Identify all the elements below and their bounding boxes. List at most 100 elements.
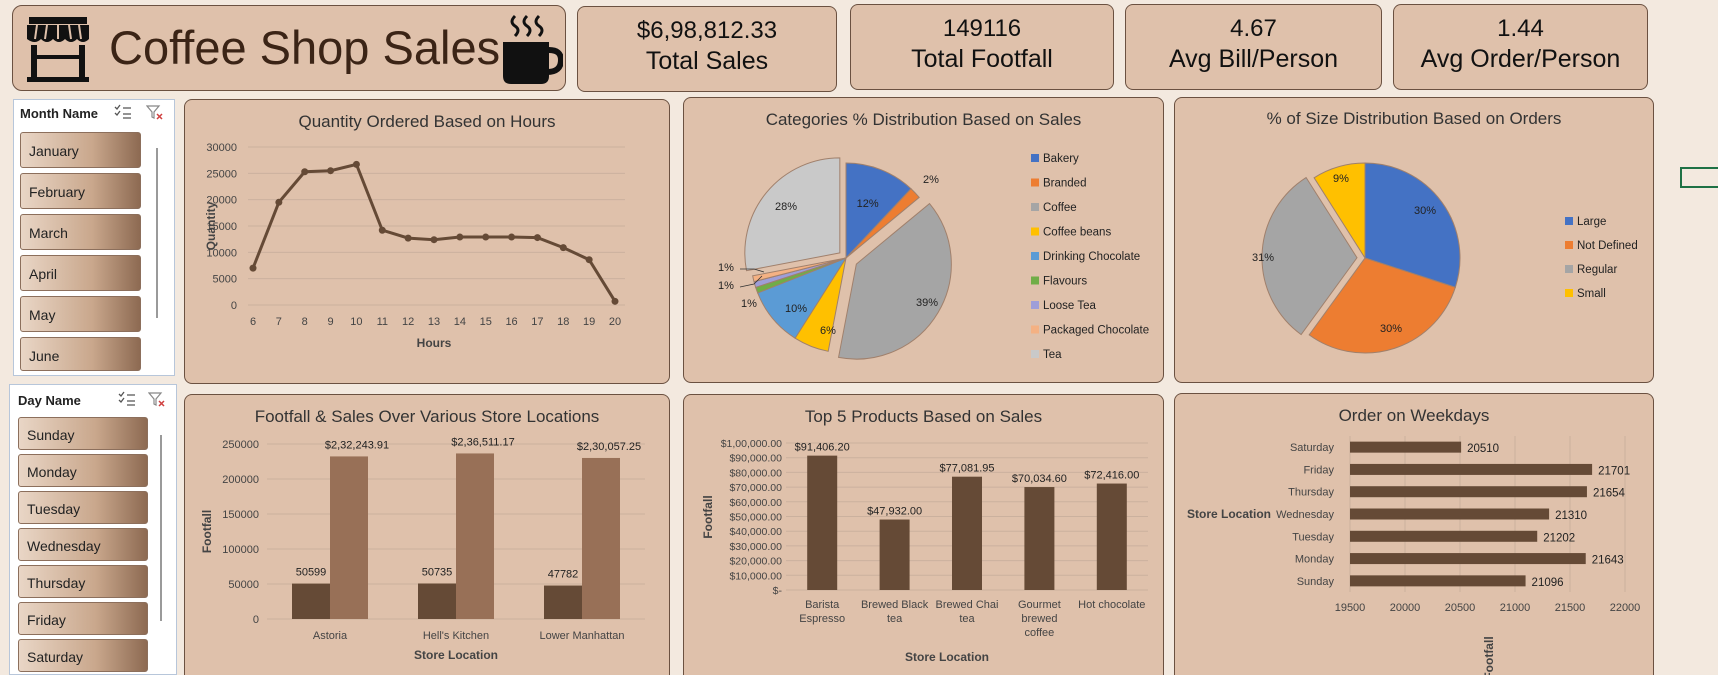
slicer-item-wednesday[interactable]: Wednesday <box>18 528 148 561</box>
data-point <box>301 168 309 176</box>
bar <box>1350 575 1526 587</box>
y-tick-label: Wednesday <box>1276 509 1334 521</box>
bar <box>879 519 910 590</box>
x-tick-label: 15 <box>480 316 492 328</box>
slicer-item-thursday[interactable]: Thursday <box>18 565 148 598</box>
y-tick-label: $40,000.00 <box>729 526 782 538</box>
x-tick-label: Gourmet <box>1018 599 1061 611</box>
y-axis-label: Footfall <box>200 510 214 553</box>
y-tick-label: $- <box>773 585 783 597</box>
data-point <box>249 264 257 272</box>
kpi-avg-order: 1.44 Avg Order/Person <box>1393 4 1648 90</box>
bar <box>1096 483 1127 590</box>
slicer-item-tuesday[interactable]: Tuesday <box>18 491 148 524</box>
locations-chart-panel[interactable]: Footfall & Sales Over Various Store Loca… <box>184 394 670 675</box>
x-tick-label: tea <box>887 613 903 625</box>
x-tick-label: 17 <box>531 316 543 328</box>
slicer-item-january[interactable]: January <box>20 132 141 168</box>
legend-label: Loose Tea <box>1043 300 1096 312</box>
slicer-item-sunday[interactable]: Sunday <box>18 417 148 450</box>
slicer-item-april[interactable]: April <box>20 255 141 291</box>
kpi-value: 1.44 <box>1497 15 1544 42</box>
x-tick-label: 12 <box>402 316 414 328</box>
y-tick-label: $50,000.00 <box>729 512 782 524</box>
slicer-item-may[interactable]: May <box>20 296 141 332</box>
legend-label: Flavours <box>1043 276 1087 288</box>
month-slicer[interactable]: Month Name January February March April … <box>13 99 175 376</box>
legend-swatch <box>1565 265 1573 273</box>
bar <box>1350 553 1586 565</box>
bar <box>952 476 982 590</box>
kpi-avg-bill: 4.67 Avg Bill/Person <box>1125 4 1382 90</box>
multi-select-icon[interactable] <box>118 391 136 407</box>
data-point <box>275 198 283 206</box>
x-tick-label: tea <box>959 613 975 625</box>
y-tick-label: 0 <box>231 300 237 312</box>
data-label: 6% <box>820 325 836 337</box>
y-tick-label: Thursday <box>1288 487 1334 499</box>
y-axis-label: Store Location <box>1187 507 1271 521</box>
slicer-item-march[interactable]: March <box>20 214 141 250</box>
data-label: 50599 <box>296 567 327 579</box>
bar <box>456 453 494 619</box>
y-tick-label: 250000 <box>222 439 259 451</box>
y-axis-label: Footfall <box>701 495 715 538</box>
x-axis-label: Hours <box>417 336 452 350</box>
data-label: $2,30,057.25 <box>577 441 641 453</box>
bar <box>1350 463 1593 475</box>
kpi-label: Avg Order/Person <box>1420 45 1621 73</box>
y-axis-label: Quantity <box>204 201 218 250</box>
weekdays-bar-chart: 19500 20000 20500 21000 21500 22000 Saturday 20… <box>1187 436 1640 675</box>
data-label: $91,406.20 <box>795 442 850 454</box>
multi-select-icon[interactable] <box>114 104 132 120</box>
x-tick-label: 8 <box>302 316 308 328</box>
slicer-item-friday[interactable]: Friday <box>18 602 148 635</box>
page-title: Coffee Shop Sales <box>109 21 501 74</box>
y-tick-label: Saturday <box>1290 442 1335 454</box>
x-tick-label: Brewed Chai <box>936 599 999 611</box>
data-point <box>611 297 619 305</box>
x-tick-label: 18 <box>557 316 569 328</box>
x-tick-label: 7 <box>276 316 282 328</box>
slicer-item-monday[interactable]: Monday <box>18 454 148 487</box>
hours-chart-panel[interactable]: Quantity Ordered Based on Hours 0 5000 100… <box>184 99 670 384</box>
clear-filter-icon[interactable] <box>148 391 166 407</box>
slicer-item-saturday[interactable]: Saturday <box>18 639 148 672</box>
x-tick-label: 21500 <box>1555 602 1586 614</box>
y-tick-label: 0 <box>253 614 259 626</box>
data-point <box>559 244 567 252</box>
products-chart-panel[interactable]: Top 5 Products Based on Sales $- $10,000.… <box>683 394 1164 675</box>
x-tick-label: 20000 <box>1390 602 1421 614</box>
data-label: 39% <box>916 297 938 309</box>
data-label: 30% <box>1380 323 1402 335</box>
x-tick-label: 13 <box>428 316 440 328</box>
slicer-scrollbar[interactable] <box>156 148 158 318</box>
data-label: 21654 <box>1593 488 1626 500</box>
slicer-scrollbar[interactable] <box>160 435 162 621</box>
bar <box>582 457 620 619</box>
x-tick-label: 21000 <box>1500 602 1531 614</box>
sizes-chart-panel[interactable]: % of Size Distribution Based on Orders 3… <box>1174 97 1654 383</box>
legend-label: Large <box>1577 216 1606 228</box>
clear-filter-icon[interactable] <box>146 104 164 120</box>
kpi-value: 4.67 <box>1230 15 1277 42</box>
legend-swatch <box>1031 154 1039 162</box>
legend-label: Coffee beans <box>1043 227 1111 239</box>
legend-swatch <box>1031 203 1039 211</box>
data-point <box>352 160 360 168</box>
legend-label: Packaged Chocolate <box>1043 325 1149 337</box>
y-tick-label: 25000 <box>206 168 237 180</box>
bar <box>1350 486 1587 498</box>
categories-chart-panel[interactable]: Categories % Distribution Based on Sales… <box>683 97 1164 383</box>
x-tick-label: Hell's Kitchen <box>423 630 489 642</box>
selected-cell[interactable] <box>1680 167 1718 188</box>
weekdays-chart-panel[interactable]: Order on Weekdays 19500 20000 20500 21000 21… <box>1174 393 1654 675</box>
sizes-pie-chart: 30% 30% 31% 9% Large Not Defined Regular Small <box>1252 162 1638 354</box>
x-tick-label: brewed <box>1021 613 1057 625</box>
day-slicer[interactable]: Day Name Sunday Monday Tuesday Wednesday… <box>9 384 177 675</box>
coffee-cup-icon <box>503 14 563 84</box>
slicer-item-june[interactable]: June <box>20 337 141 371</box>
legend-label: Drinking Chocolate <box>1043 251 1140 263</box>
legend-label: Bakery <box>1043 153 1079 165</box>
slicer-item-february[interactable]: February <box>20 173 141 209</box>
